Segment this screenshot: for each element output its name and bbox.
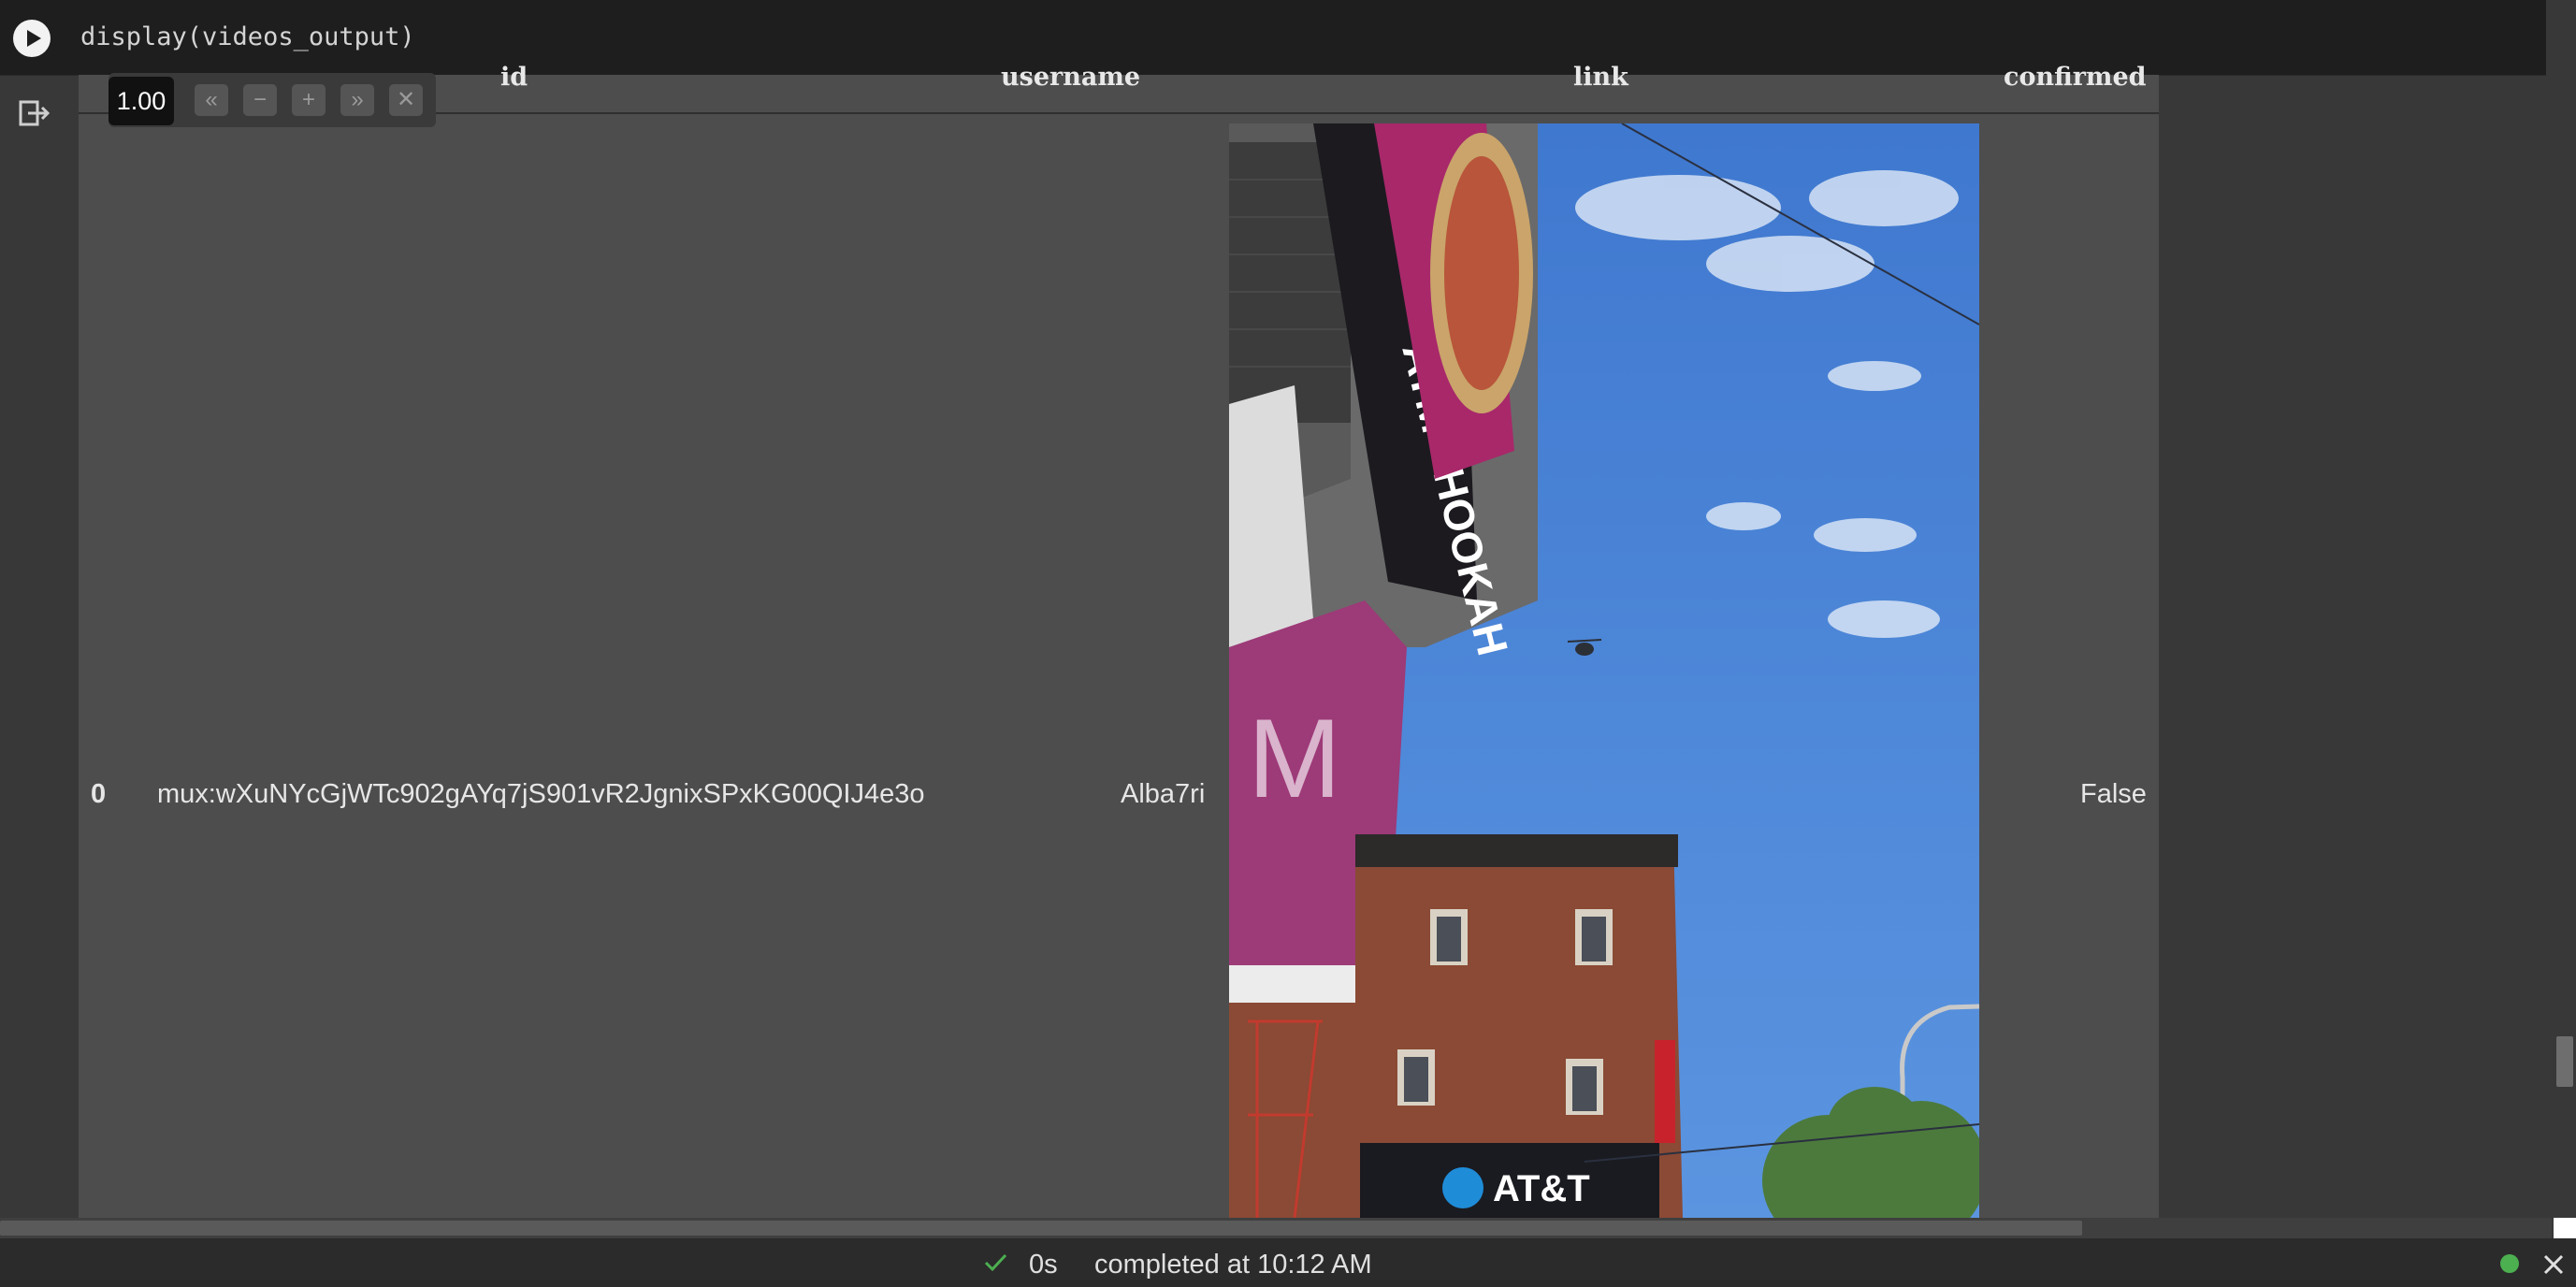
output-exit-icon[interactable] (17, 97, 52, 129)
header-confirmed: confirmed (2004, 63, 2147, 92)
svg-text:M: M (1248, 696, 1341, 821)
first-page-button[interactable]: « (195, 84, 228, 116)
previous-page-button[interactable]: − (243, 84, 277, 116)
header-link: link (1573, 63, 1628, 92)
code-text[interactable]: display(videos_output) (80, 22, 415, 51)
play-icon (27, 30, 41, 47)
video-player[interactable]: ATM · HOOKAH M AT&T (1229, 123, 1979, 1218)
completion-status: completed at 10:12 AM (1094, 1250, 1372, 1280)
connection-status-dot (2500, 1254, 2519, 1273)
execution-duration: 0s (1029, 1250, 1058, 1280)
vertical-scroll-thumb[interactable] (2556, 1036, 2573, 1087)
scroll-corner (2554, 1218, 2576, 1238)
cell-username: Alba7ri (1121, 779, 1206, 809)
cell-confirmed: False (2080, 779, 2147, 809)
run-cell-button[interactable] (13, 20, 51, 57)
close-pager-button[interactable]: ✕ (389, 84, 423, 116)
header-username: username (1001, 63, 1141, 92)
cell-id: mux:wXuNYcGjWTc902gAYq7jS901vR2JgnixSPxK… (157, 779, 925, 809)
header-id: id (500, 63, 528, 92)
close-icon[interactable] (2540, 1251, 2567, 1282)
video-frame: ATM · HOOKAH M AT&T (1229, 123, 1979, 1218)
last-page-button[interactable]: » (340, 84, 374, 116)
check-icon (982, 1250, 1008, 1280)
horizontal-scroll-thumb[interactable] (0, 1221, 2082, 1236)
brand-sign-text: AT&T (1493, 1168, 1590, 1209)
next-page-button[interactable]: + (292, 84, 326, 116)
row-index: 0 (91, 779, 107, 809)
pager-value: 1.00 (109, 77, 174, 125)
